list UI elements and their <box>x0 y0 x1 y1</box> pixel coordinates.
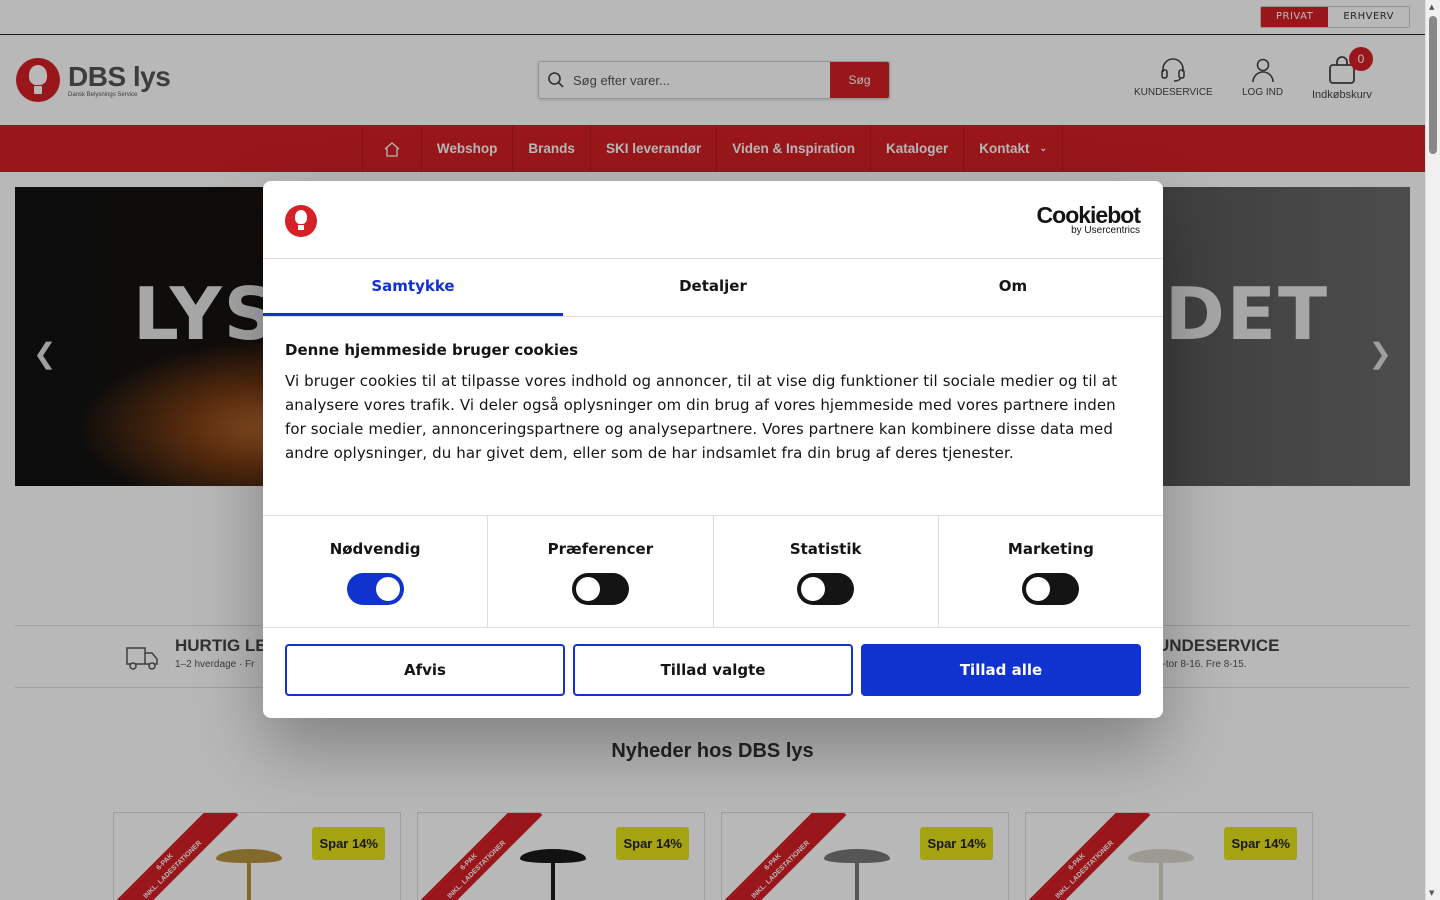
cookiebot-name: Cookiebot <box>1036 202 1141 228</box>
toggle-marketing: Marketing <box>939 516 1163 627</box>
marketing-switch[interactable] <box>1022 573 1080 605</box>
cookiebot-logo[interactable]: Cookiebot by Usercentrics <box>1036 202 1141 236</box>
toggle-marketing-label: Marketing <box>1007 540 1094 558</box>
statistics-switch[interactable] <box>797 573 855 605</box>
dialog-body: Denne hjemmeside bruger cookies Vi bruge… <box>263 317 1163 515</box>
toggle-statistics: Statistik <box>714 516 939 627</box>
cookie-consent-dialog: Cookiebot by Usercentrics Samtykke Detal… <box>263 181 1163 718</box>
tab-om[interactable]: Om <box>863 259 1163 316</box>
tab-detaljer[interactable]: Detaljer <box>563 259 863 316</box>
dialog-tabs: Samtykke Detaljer Om <box>263 259 1163 317</box>
bulb-logo-icon <box>285 205 317 237</box>
scroll-thumb[interactable] <box>1429 16 1437 154</box>
consent-toggles: Nødvendig Præferencer Statistik Marketin… <box>263 515 1163 628</box>
scroll-up-icon[interactable]: ▲ <box>1429 3 1434 11</box>
toggle-preferences-label: Præferencer <box>547 540 654 558</box>
necessary-switch[interactable] <box>346 573 404 605</box>
preferences-switch[interactable] <box>571 573 629 605</box>
toggle-statistics-label: Statistik <box>789 540 862 558</box>
allow-selected-button[interactable]: Tillad valgte <box>573 644 853 696</box>
page-scrollbar[interactable]: ▲ ▼ <box>1425 0 1440 900</box>
dialog-buttons: Afvis Tillad valgte Tillad alle <box>263 628 1163 712</box>
reject-button[interactable]: Afvis <box>285 644 565 696</box>
toggle-preferences: Præferencer <box>488 516 714 627</box>
toggle-necessary-label: Nødvendig <box>329 540 421 558</box>
dialog-title: Denne hjemmeside bruger cookies <box>285 341 579 359</box>
scroll-down-icon[interactable]: ▼ <box>1429 889 1434 897</box>
tab-samtykke[interactable]: Samtykke <box>263 259 563 316</box>
dialog-text: Vi bruger cookies til at tilpasse vores … <box>285 372 1118 462</box>
toggle-necessary: Nødvendig <box>263 516 489 627</box>
dialog-header: Cookiebot by Usercentrics <box>263 181 1163 259</box>
allow-all-button[interactable]: Tillad alle <box>861 644 1141 696</box>
